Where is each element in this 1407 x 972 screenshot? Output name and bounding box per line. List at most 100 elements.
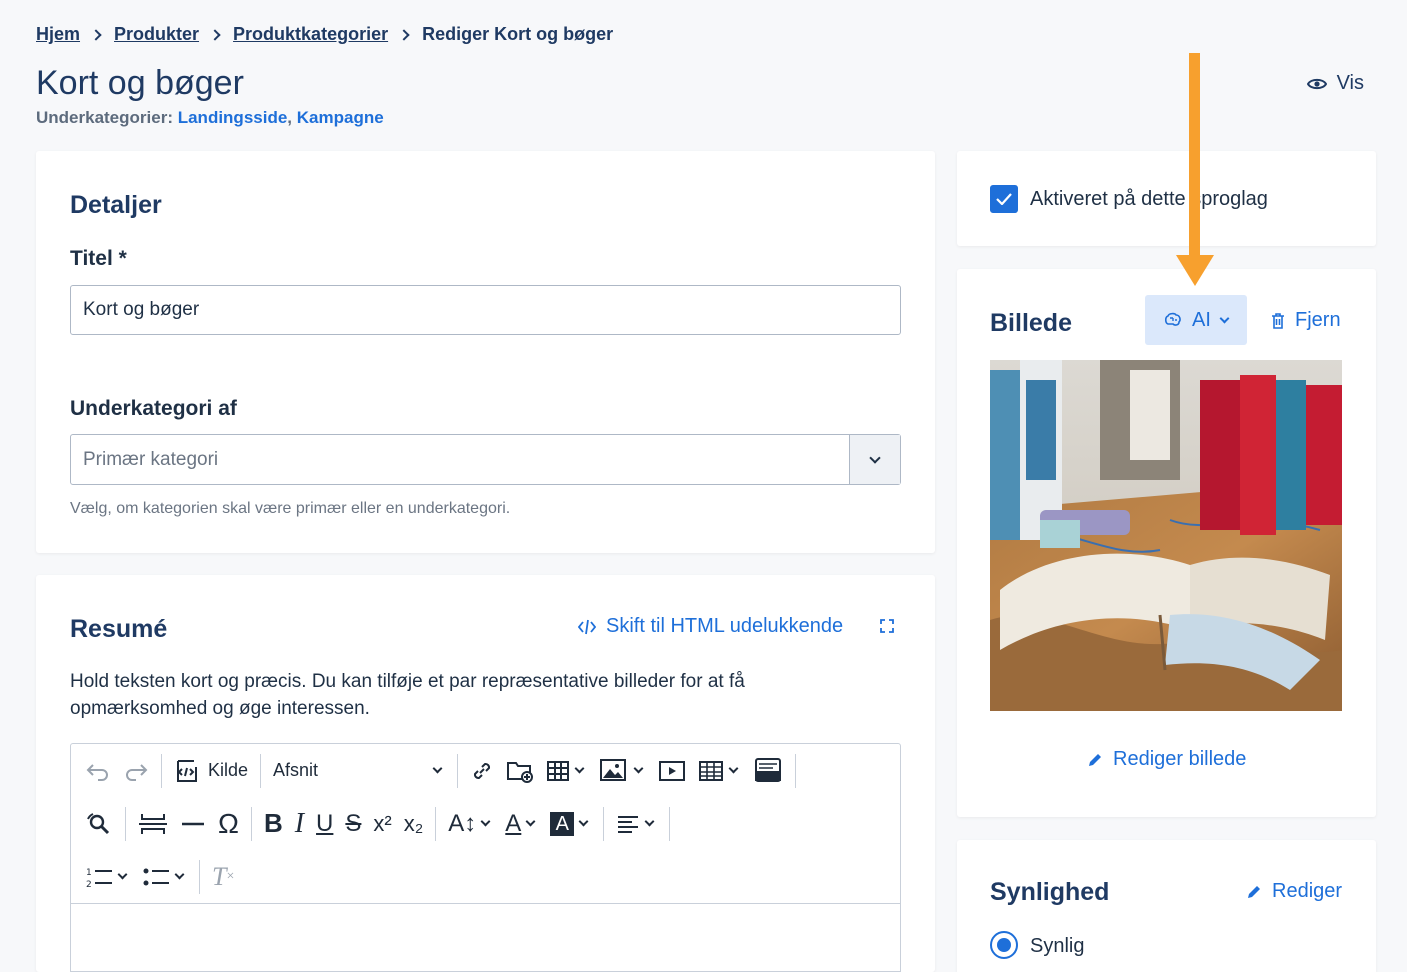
chevron-down-icon (117, 869, 128, 880)
edit-image-button[interactable]: Rediger billede (1087, 748, 1246, 771)
link-button[interactable] (464, 751, 500, 791)
annotation-arrow (1176, 53, 1214, 286)
subscript-button[interactable]: x₂ (398, 804, 430, 844)
undo-button[interactable] (79, 751, 117, 791)
font-size-button[interactable]: A↕ (442, 804, 499, 844)
breadcrumb-product-categories[interactable]: Produktkategorier (233, 24, 388, 45)
italic-button[interactable]: I (289, 804, 310, 844)
chevron-down-icon (1219, 313, 1230, 323)
visibility-heading: Synlighed (990, 878, 1110, 906)
alignment-button[interactable] (610, 804, 663, 844)
find-replace-icon (87, 812, 110, 834)
chevron-down-icon (644, 816, 655, 827)
fullscreen-icon[interactable] (880, 619, 894, 633)
insert-table-button[interactable] (540, 751, 593, 791)
details-heading: Detaljer (70, 191, 162, 219)
underline-button[interactable]: U (310, 804, 339, 844)
breadcrumb-products[interactable]: Produkter (114, 24, 199, 45)
strikethrough-button[interactable]: S (339, 804, 367, 844)
title-input-value: Kort og bøger (83, 299, 200, 320)
details-card: Detaljer Titel * Kort og bøger Underkate… (36, 151, 935, 553)
paragraph-format-label: Afsnit (273, 760, 319, 780)
source-button[interactable]: Kilde (168, 751, 254, 791)
link-icon (474, 762, 491, 779)
special-characters-button[interactable]: Ω (212, 804, 245, 844)
image-heading: Billede (990, 309, 1072, 337)
page-break-icon (139, 813, 167, 834)
superscript-button[interactable]: x² (367, 804, 397, 844)
horizontal-line-button[interactable] (174, 804, 212, 844)
parent-category-select[interactable]: Primær kategori (70, 434, 901, 485)
chevron-down-icon (525, 816, 536, 827)
pencil-icon (1248, 885, 1260, 898)
paragraph-format-select[interactable]: Afsnit (267, 751, 451, 791)
table-grid-icon (699, 760, 724, 781)
chevron-down-icon (578, 816, 589, 827)
table-properties-button[interactable] (692, 751, 747, 791)
toolbar-row-3: 12 T × (79, 850, 240, 903)
breadcrumb-current: Rediger Kort og bøger (422, 24, 614, 44)
remove-image-label: Fjern (1295, 309, 1341, 331)
trash-icon (1272, 312, 1284, 329)
subcategory-link-kampagne[interactable]: Kampagne (297, 108, 384, 127)
chevron-down-icon (574, 763, 585, 774)
visible-radio[interactable] (990, 931, 1018, 959)
editor-content-area[interactable] (71, 903, 900, 972)
subcategories: Underkategorier: Landingsside, Kampagne (36, 108, 384, 127)
redo-icon (126, 763, 148, 781)
image-card: Billede AI Fjern Rediger billede (957, 269, 1376, 817)
switch-to-html-label: Skift til HTML udelukkende (606, 615, 844, 637)
subcategory-link-landingsside[interactable]: Landingsside (178, 108, 288, 127)
remove-format-button[interactable]: T × (206, 857, 240, 897)
table-icon (547, 760, 570, 781)
remove-image-button[interactable]: Fjern (1271, 309, 1341, 332)
numbered-list-icon: 12 (86, 868, 112, 889)
html-embed-button[interactable] (747, 751, 789, 791)
chevron-down-icon (174, 869, 185, 880)
svg-text:1: 1 (86, 868, 92, 878)
summary-heading: Resumé (70, 615, 168, 643)
radio-dot (997, 938, 1011, 952)
source-icon (177, 759, 197, 782)
bulleted-list-button[interactable] (136, 857, 193, 897)
bold-button[interactable]: B (258, 804, 289, 844)
media-icon (659, 760, 686, 781)
page-break-button[interactable] (132, 804, 174, 844)
edit-image-label: Rediger billede (1113, 748, 1247, 770)
chevron-down-icon (480, 816, 491, 827)
insert-image-button[interactable] (593, 751, 652, 791)
ai-brain-icon (1165, 312, 1181, 326)
eye-icon (1306, 78, 1327, 89)
edit-visibility-button[interactable]: Rediger (1246, 880, 1342, 903)
chevron-down-icon (432, 763, 443, 774)
background-color-button[interactable]: A (544, 804, 597, 844)
folder-plus-icon (507, 761, 534, 783)
font-color-button[interactable]: A (499, 804, 544, 844)
summary-description: Hold teksten kort og præcis. Du kan tilf… (70, 671, 745, 719)
toolbar-row-1: Kilde Afsnit (79, 744, 802, 797)
insert-file-button[interactable] (500, 751, 540, 791)
checkmark-icon (996, 193, 1012, 205)
title-input[interactable]: Kort og bøger (70, 285, 901, 335)
breadcrumb-home[interactable]: Hjem (36, 24, 80, 45)
horizontal-line-icon (182, 822, 204, 825)
image-upload-icon (600, 758, 627, 781)
redo-button[interactable] (117, 751, 155, 791)
numbered-list-button[interactable]: 12 (79, 857, 136, 897)
chevron-down-icon (728, 763, 739, 774)
ai-dropdown-button[interactable]: AI (1145, 295, 1247, 345)
parent-category-help: Vælg, om kategorien skal være primær ell… (70, 500, 511, 517)
insert-media-button[interactable] (652, 751, 692, 791)
code-icon (578, 619, 596, 634)
category-image (990, 360, 1342, 711)
chevron-down-icon (633, 763, 644, 774)
subcategories-label: Underkategorier: (36, 108, 173, 127)
rich-text-editor: Kilde Afsnit Ω B I U S x² x₂ A↕ A A 1 2 … (70, 743, 901, 972)
switch-to-html-button[interactable]: Skift til HTML udelukkende (578, 615, 843, 638)
dropdown-toggle[interactable] (849, 435, 900, 484)
source-label: Kilde (208, 760, 249, 780)
find-replace-button[interactable] (79, 804, 119, 844)
pencil-icon (1089, 753, 1101, 766)
view-button[interactable]: Vis (1306, 72, 1364, 95)
activation-checkbox[interactable] (990, 185, 1018, 213)
